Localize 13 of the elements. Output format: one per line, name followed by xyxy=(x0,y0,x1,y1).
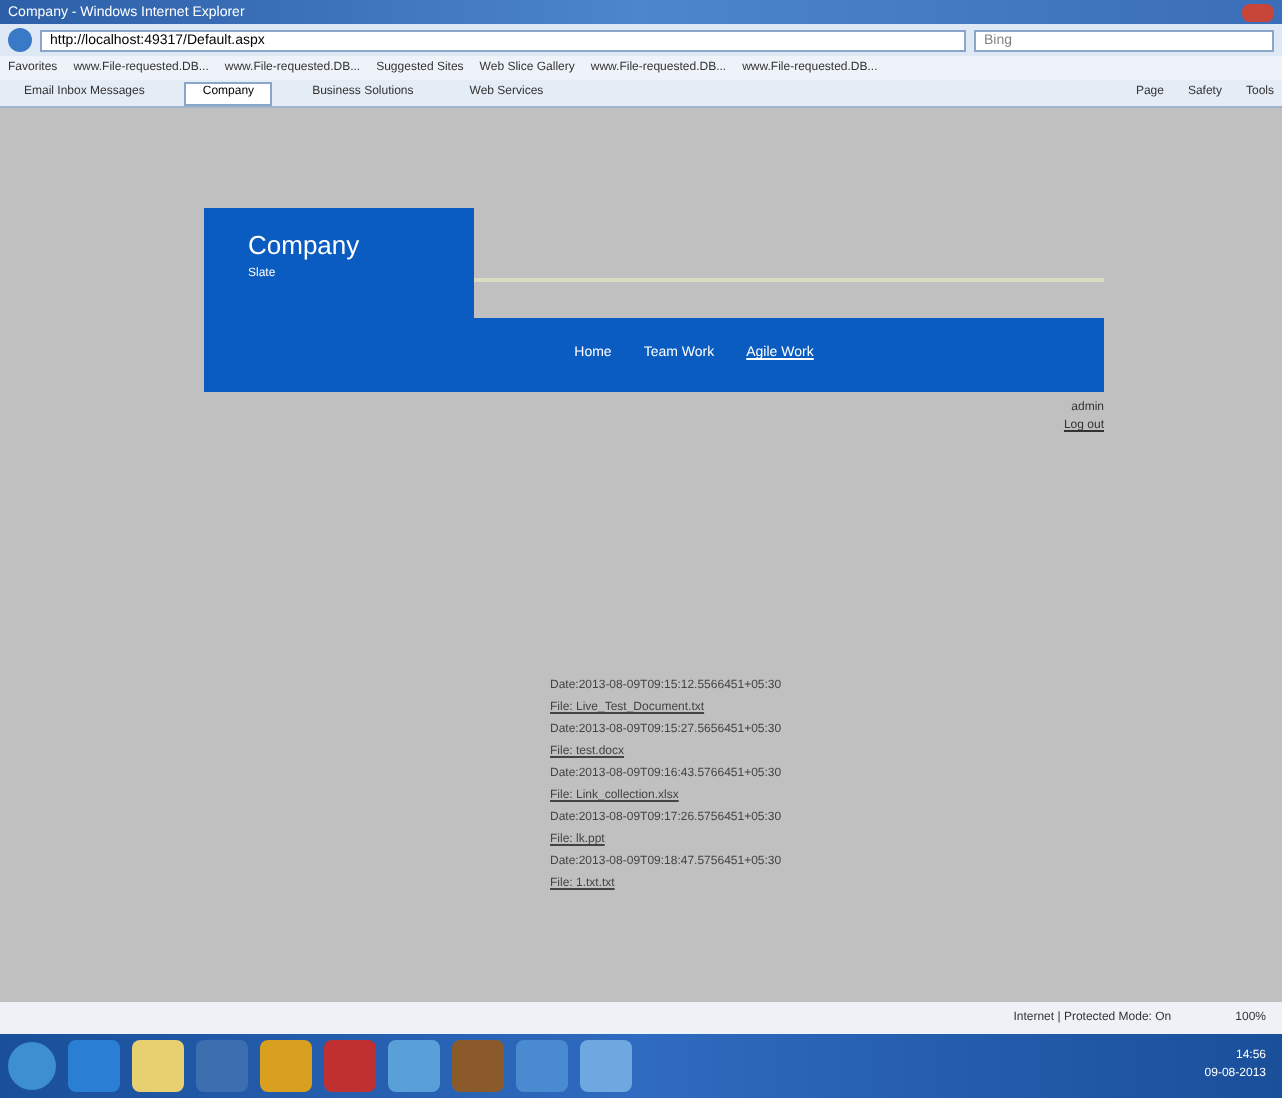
taskbar-app-icon[interactable] xyxy=(516,1040,568,1092)
back-button[interactable] xyxy=(8,28,32,52)
taskbar-app-icon[interactable] xyxy=(388,1040,440,1092)
taskbar-app-icon[interactable] xyxy=(68,1040,120,1092)
taskbar-app-icon[interactable] xyxy=(196,1040,248,1092)
taskbar-app-icon[interactable] xyxy=(580,1040,632,1092)
taskbar-app-icon[interactable] xyxy=(452,1040,504,1092)
start-button[interactable] xyxy=(8,1042,56,1090)
taskbar-app-icon[interactable] xyxy=(324,1040,376,1092)
brand-name: Company xyxy=(248,232,362,258)
taskbar-app-icon[interactable] xyxy=(132,1040,184,1092)
taskbar-app-icon[interactable] xyxy=(260,1040,312,1092)
close-button[interactable] xyxy=(1242,3,1274,21)
